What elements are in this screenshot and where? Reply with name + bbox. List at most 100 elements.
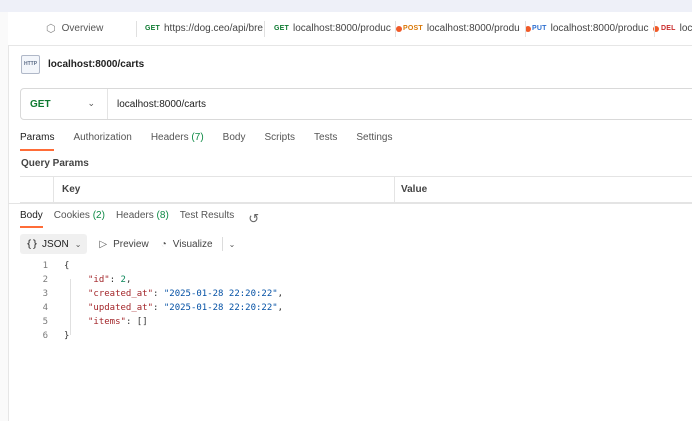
tab-request-1[interactable]: GET https://dog.ceo/api/bre <box>145 12 263 45</box>
url-bar: GET ⌄ localhost:8000/carts <box>20 88 692 120</box>
tab-label: Authorization <box>73 132 132 143</box>
tab-authorization[interactable]: Authorization <box>73 131 131 151</box>
tab-label: Body <box>222 132 246 143</box>
tab-scripts[interactable]: Scripts <box>264 131 295 151</box>
tab-method: POST <box>403 25 423 32</box>
tab-method: GET <box>145 25 160 32</box>
tab-overview[interactable]: ⬡ Overview <box>46 12 103 45</box>
request-name[interactable]: localhost:8000/carts <box>48 59 144 70</box>
tab-label: Headers <box>115 210 154 221</box>
tab-params[interactable]: Params <box>20 131 55 151</box>
line-number: 2 <box>42 275 48 285</box>
code-text: } <box>64 331 70 341</box>
tab-method: GET <box>274 25 289 32</box>
tab-headers[interactable]: Headers (7) <box>151 131 204 151</box>
column-header-value: Value <box>401 184 428 195</box>
json-key: "items" <box>88 317 126 327</box>
tab-label: localhost:8000/produc <box>550 23 649 34</box>
column-divider <box>53 177 54 202</box>
tab-body[interactable]: Body <box>223 131 246 151</box>
top-window-strip <box>0 0 692 12</box>
preview-label: Preview <box>113 238 149 250</box>
format-label: JSON <box>42 238 69 250</box>
query-params-table: Key Value <box>20 176 692 203</box>
response-tab-headers[interactable]: Headers (8) <box>116 209 169 229</box>
preview-button[interactable]: ▷ Preview <box>99 239 148 250</box>
visualize-icon: ◔ <box>160 238 167 250</box>
json-value: [] <box>136 317 148 327</box>
tab-label: Test Results <box>179 210 235 221</box>
json-key: "id" <box>88 275 110 285</box>
request-header: HTTP localhost:8000/carts <box>21 54 144 74</box>
json-key: "created_at" <box>88 289 154 299</box>
response-tabs: Body Cookies (2) Headers (8) Test Result… <box>20 209 259 229</box>
tab-label: https://dog.ceo/api/bre <box>164 23 263 34</box>
tab-count: (7) <box>191 132 204 143</box>
tab-divider <box>395 21 396 37</box>
tab-divider <box>264 21 265 37</box>
json-key: "updated_at" <box>88 303 154 313</box>
tab-label: Overview <box>61 23 104 34</box>
response-divider[interactable] <box>8 203 692 204</box>
left-sidebar-edge[interactable] <box>0 12 9 421</box>
request-tabs: Params Authorization Headers (7) Body Sc… <box>20 131 412 151</box>
url-input[interactable]: localhost:8000/carts <box>117 89 206 119</box>
tab-request-4[interactable]: PUT localhost:8000/produc <box>532 12 660 45</box>
unsaved-dot-icon <box>395 25 402 32</box>
tab-label: Settings <box>356 132 393 143</box>
tab-request-2[interactable]: GET localhost:8000/produc <box>274 12 402 45</box>
chevron-down-icon: ⌄ <box>87 98 95 108</box>
tab-label: loca <box>679 23 692 34</box>
history-icon[interactable]: ↺ <box>248 212 259 226</box>
query-params-title: Query Params <box>21 158 89 169</box>
tab-label: Headers <box>150 132 189 143</box>
tab-method: PUT <box>532 25 547 32</box>
tab-count: (2) <box>92 210 105 221</box>
visualize-button[interactable]: ◔ Visualize <box>161 239 213 250</box>
line-number: 4 <box>42 303 48 313</box>
json-value: "2025-01-28 22:20:22" <box>163 303 278 313</box>
response-tab-body[interactable]: Body <box>20 209 43 229</box>
code-text: "id": 2, <box>88 275 132 285</box>
tab-divider <box>525 21 526 37</box>
json-comma: , <box>125 275 132 285</box>
tab-settings[interactable]: Settings <box>356 131 392 151</box>
tab-label: Cookies <box>53 210 90 221</box>
json-comma: , <box>277 303 284 313</box>
json-value: "2025-01-28 22:20:22" <box>163 289 278 299</box>
tab-count: (8) <box>156 210 169 221</box>
code-text: { <box>64 261 70 271</box>
tab-divider <box>136 21 137 37</box>
indent-guide <box>70 279 71 335</box>
method-select[interactable]: GET ⌄ <box>21 89 108 119</box>
column-divider[interactable] <box>394 177 395 202</box>
http-icon: HTTP <box>21 54 40 74</box>
format-select[interactable]: {} JSON ⌄ <box>20 234 88 254</box>
play-icon: ▷ <box>99 238 108 250</box>
tab-request-3[interactable]: POST localhost:8000/produ <box>403 12 531 45</box>
tab-label: localhost:8000/produc <box>293 23 391 34</box>
chevron-down-icon[interactable]: ⌄ <box>229 240 236 249</box>
response-tab-cookies[interactable]: Cookies (2) <box>54 209 105 229</box>
code-text: "created_at": "2025-01-28 22:20:22", <box>88 289 284 299</box>
json-comma: , <box>277 289 284 299</box>
tab-label: Tests <box>314 132 338 143</box>
tab-label: Body <box>20 210 43 221</box>
tab-label: Scripts <box>264 132 296 143</box>
tab-request-5[interactable]: DEL loca <box>661 12 692 45</box>
visualize-label: Visualize <box>172 238 213 250</box>
tab-divider <box>654 21 655 37</box>
response-toolbar: {} JSON ⌄ ▷ Preview ◔ Visualize ⌄ <box>20 234 235 254</box>
response-tab-test-results[interactable]: Test Results <box>180 209 234 229</box>
column-header-key: Key <box>62 184 81 195</box>
line-number: 6 <box>42 331 48 341</box>
overview-icon: ⬡ <box>46 23 56 35</box>
request-tab-bar: ⬡ Overview GET https://dog.ceo/api/bre G… <box>8 12 692 46</box>
tab-label: localhost:8000/produ <box>426 23 520 34</box>
line-number: 5 <box>42 317 48 327</box>
line-number: 1 <box>42 261 48 271</box>
line-number: 3 <box>42 289 48 299</box>
tab-tests[interactable]: Tests <box>314 131 337 151</box>
code-text: "updated_at": "2025-01-28 22:20:22", <box>88 303 284 313</box>
tab-label: Params <box>20 132 55 143</box>
